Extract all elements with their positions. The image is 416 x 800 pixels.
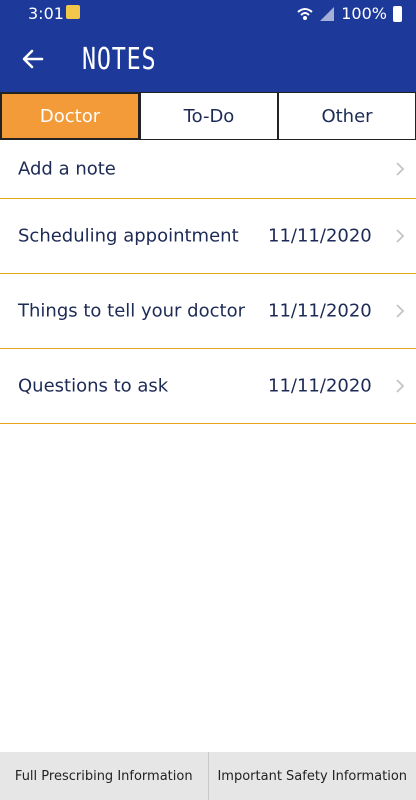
back-arrow-icon[interactable] [20,46,46,72]
add-note-row[interactable]: Add a note [0,140,416,199]
note-row[interactable]: Scheduling appointment 11/11/2020 [0,199,416,274]
chevron-right-icon [396,229,405,243]
note-title: Things to tell your doctor [18,300,245,322]
notification-icon [66,5,80,19]
tab-to-do[interactable]: To-Do [140,92,278,140]
tab-other[interactable]: Other [278,92,416,140]
footer-bar: Full Prescribing Information Important S… [0,752,416,800]
note-date: 11/11/2020 [268,300,372,322]
add-note-label: Add a note [18,158,116,180]
notes-list: Add a note Scheduling appointment 11/11/… [0,140,416,424]
signal-icon [320,6,335,21]
note-date: 11/11/2020 [268,225,372,247]
chevron-right-icon [396,304,405,318]
status-right: 100% [297,4,402,23]
important-safety-info-button[interactable]: Important Safety Information [207,752,416,800]
battery-percent: 100% [341,4,387,23]
chevron-right-icon [396,162,405,176]
note-row[interactable]: Things to tell your doctor 11/11/2020 [0,274,416,349]
note-date: 11/11/2020 [268,375,372,397]
note-title: Scheduling appointment [18,225,239,247]
page-title: NOTES [82,42,157,77]
tab-doctor[interactable]: Doctor [0,92,140,140]
note-row[interactable]: Questions to ask 11/11/2020 [0,349,416,424]
battery-icon [393,5,402,22]
app-header: NOTES [0,28,416,92]
wifi-icon [297,7,313,20]
note-title: Questions to ask [18,375,169,397]
status-bar: 3:01 100% [0,0,416,28]
full-prescribing-info-button[interactable]: Full Prescribing Information [0,752,208,800]
category-tabs: Doctor To-Do Other [0,92,416,140]
chevron-right-icon [396,379,405,393]
status-time: 3:01 [28,4,64,23]
